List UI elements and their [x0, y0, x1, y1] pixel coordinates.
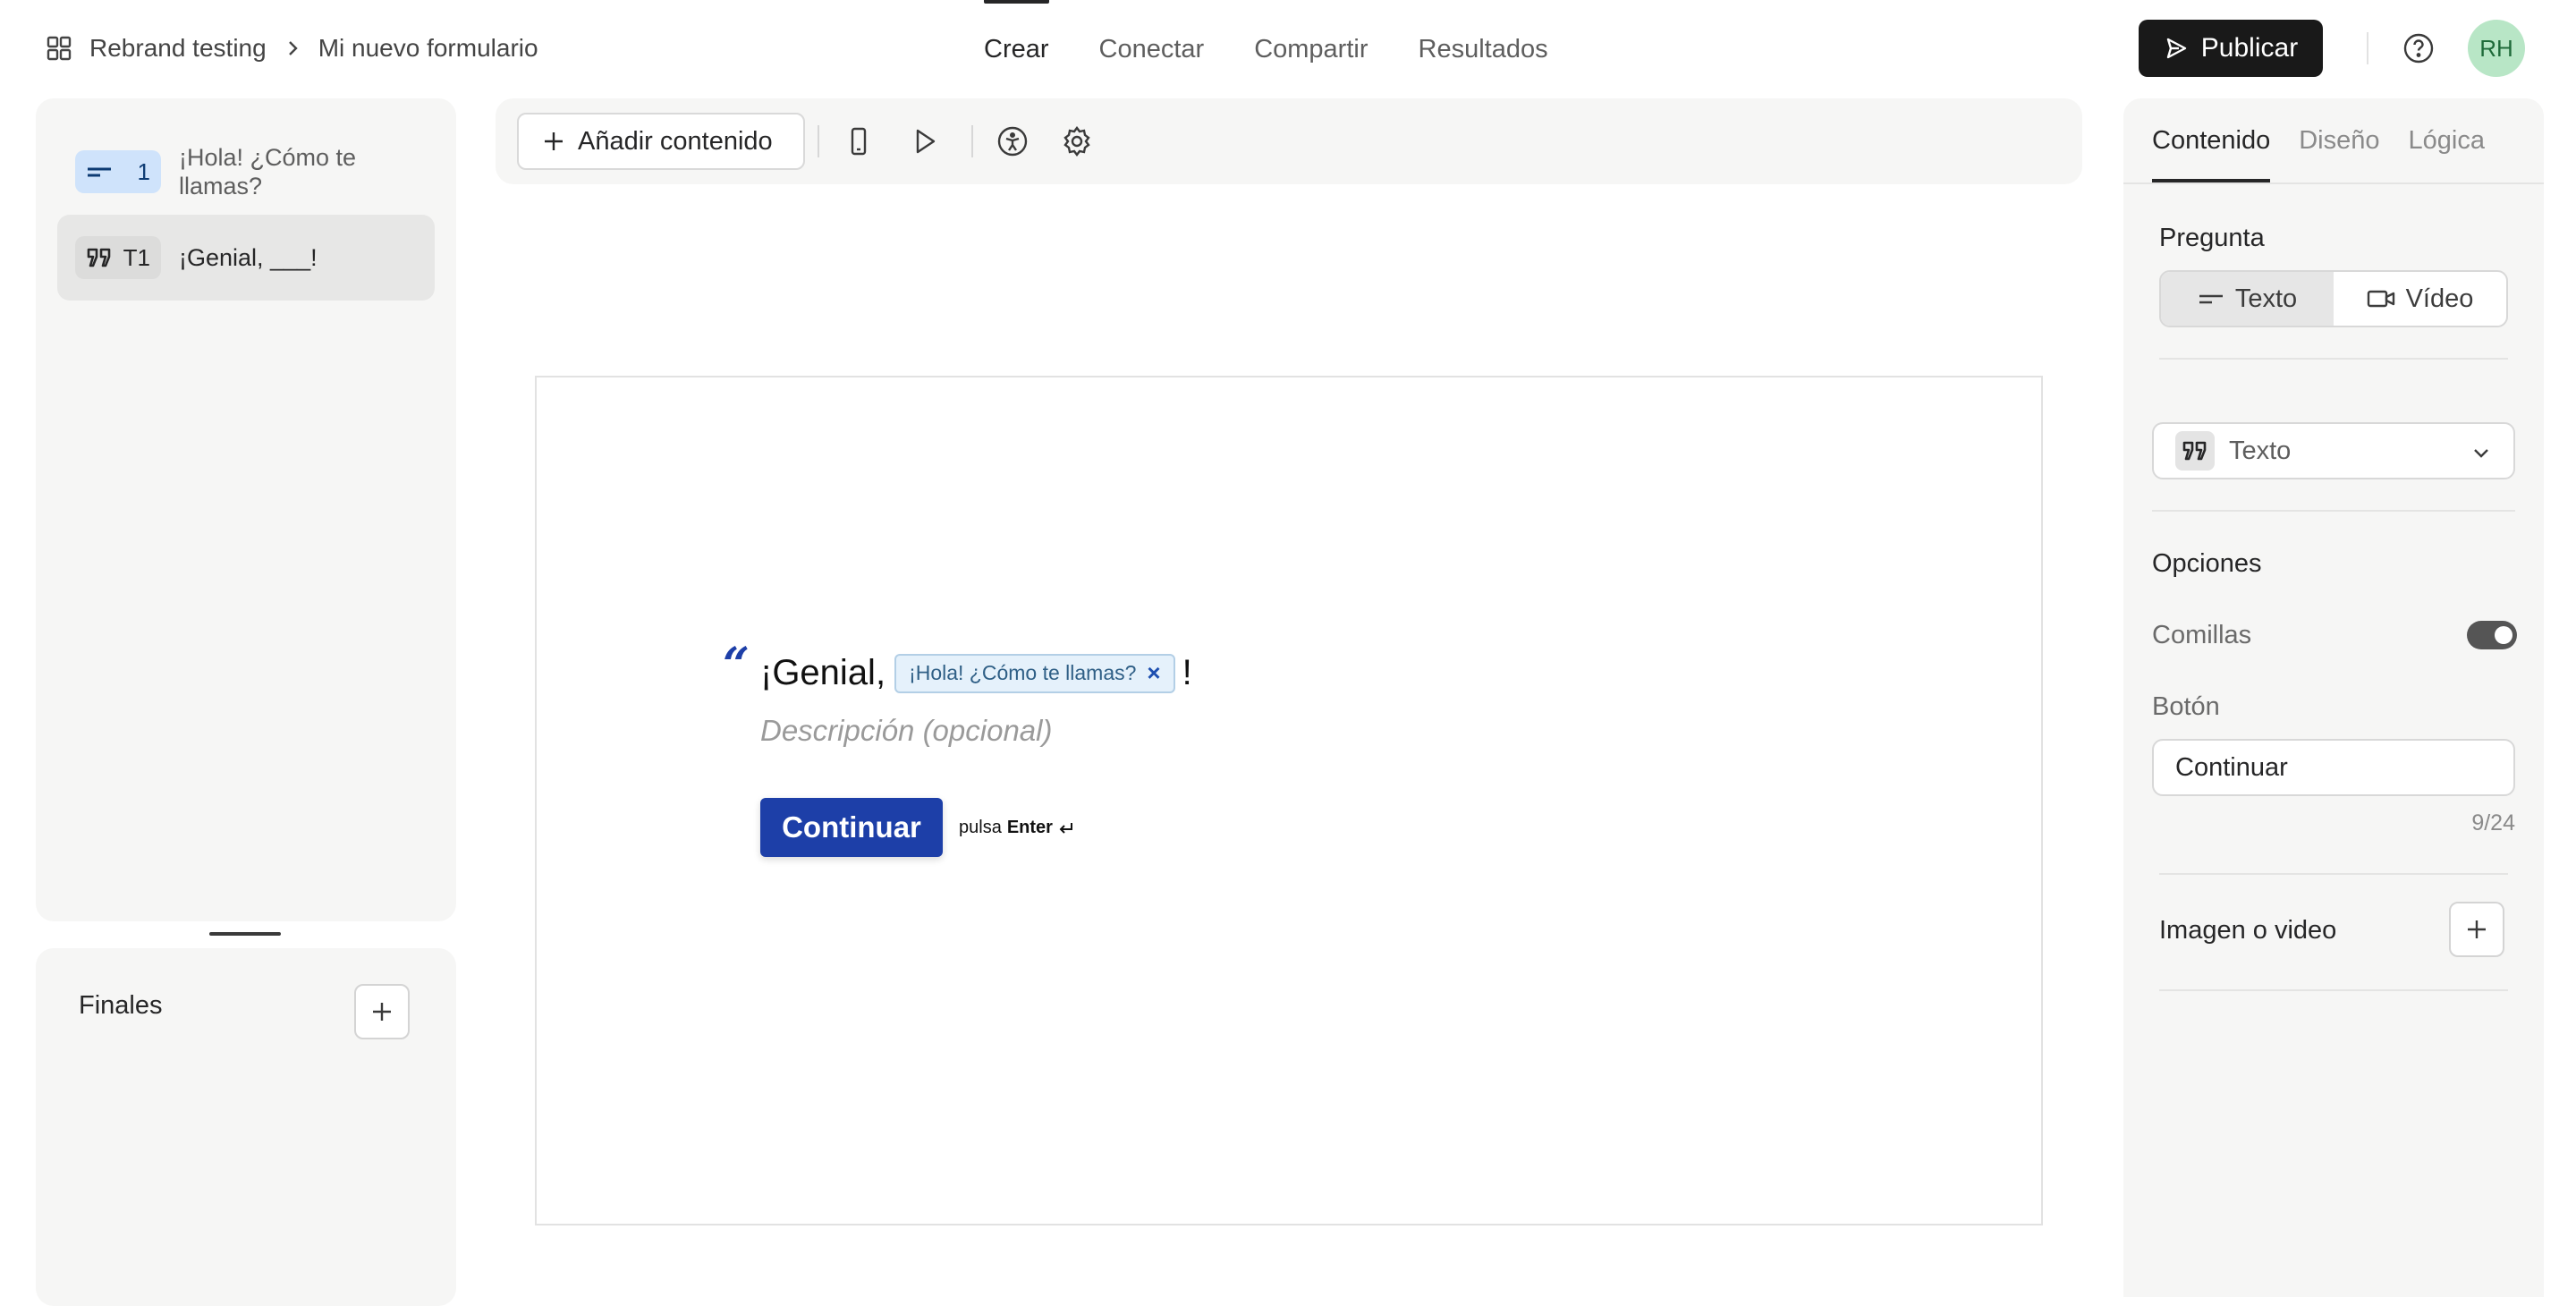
question-list-panel: 1 ¡Hola! ¿Cómo te llamas? T1 ¡Genial, __… [36, 98, 456, 921]
preview-question[interactable]: ¡Genial, ¡Hola! ¿Cómo te llamas? × ! [760, 653, 1192, 693]
quote-icon [2175, 431, 2215, 471]
tab-diseno[interactable]: Diseño [2299, 98, 2379, 182]
tab-crear[interactable]: Crear [984, 0, 1049, 98]
description-input[interactable]: Descripción (opcional) [760, 714, 1052, 748]
question-section-title: Pregunta [2159, 224, 2265, 252]
hint-prefix: pulsa [959, 818, 1002, 837]
tab-contenido[interactable]: Contenido [2152, 98, 2271, 182]
settings-tabs: Contenido Diseño Lógica [2152, 98, 2485, 182]
section-divider [2159, 989, 2508, 991]
breadcrumb: Rebrand testing Mi nuevo formulario [45, 30, 538, 66]
breadcrumb-workspace[interactable]: Rebrand testing [89, 34, 267, 63]
plus-icon [545, 132, 563, 150]
canvas-toolbar: Añadir contenido [496, 98, 2082, 184]
enter-icon [1059, 822, 1072, 834]
endings-panel: Finales [36, 948, 456, 1306]
question-prefix: ¡Genial, [760, 653, 886, 692]
recall-pill-label: ¡Hola! ¿Cómo te llamas? [909, 661, 1137, 684]
accessibility-icon[interactable] [996, 125, 1029, 157]
mobile-preview-icon[interactable] [843, 125, 875, 157]
quotes-toggle[interactable] [2467, 621, 2517, 649]
close-icon[interactable]: × [1147, 659, 1160, 687]
chevron-right-icon [288, 41, 298, 55]
quotes-label: Comillas [2152, 621, 2252, 649]
question-item-1[interactable]: 1 ¡Hola! ¿Cómo te llamas? [57, 129, 435, 215]
options-title: Opciones [2152, 549, 2262, 578]
question-mode-toggle: Texto Vídeo [2159, 270, 2508, 327]
mode-video-label: Vídeo [2405, 284, 2474, 313]
media-title: Imagen o video [2159, 916, 2337, 945]
tab-resultados[interactable]: Resultados [1419, 0, 1548, 98]
question-number: 1 [137, 157, 150, 185]
add-ending-button[interactable] [354, 984, 410, 1039]
endings-title: Finales [79, 991, 163, 1020]
avatar[interactable]: RH [2468, 20, 2525, 77]
add-media-button[interactable] [2449, 902, 2504, 957]
question-label: ¡Genial, ___! [179, 244, 318, 271]
question-number: T1 [123, 243, 150, 271]
hint-key: Enter [1006, 818, 1053, 837]
tab-conectar[interactable]: Conectar [1099, 0, 1205, 98]
workspace-grid-icon[interactable] [45, 34, 73, 63]
breadcrumb-form[interactable]: Mi nuevo formulario [318, 34, 538, 63]
question-type-label: Texto [2229, 436, 2292, 465]
help-icon[interactable] [2401, 30, 2436, 66]
send-icon [2166, 38, 2186, 59]
mode-video-option[interactable]: Vídeo [2334, 272, 2506, 326]
section-divider [2159, 873, 2508, 875]
question-item-t1[interactable]: T1 ¡Genial, ___! [57, 215, 435, 301]
top-bar: Rebrand testing Mi nuevo formulario Crea… [0, 0, 2576, 98]
section-divider [2152, 510, 2515, 512]
question-type-select[interactable]: Texto [2152, 422, 2515, 479]
play-icon[interactable] [909, 125, 941, 157]
short-text-icon [88, 167, 111, 177]
plus-icon [373, 1003, 391, 1021]
main-nav: Crear Conectar Compartir Resultados [984, 0, 1548, 98]
enter-hint: pulsa Enter [959, 818, 1074, 838]
quote-mark-icon: “ [723, 638, 750, 692]
toolbar-divider [971, 125, 973, 157]
form-preview: “ ¡Genial, ¡Hola! ¿Cómo te llamas? × ! D… [535, 376, 2043, 1225]
chevron-down-icon [2474, 449, 2488, 458]
panel-resize-handle[interactable] [209, 932, 281, 936]
short-text-icon [2199, 294, 2223, 304]
mode-text-option[interactable]: Texto [2161, 272, 2334, 326]
tab-compartir[interactable]: Compartir [1254, 0, 1368, 98]
question-badge: T1 [75, 236, 161, 279]
publish-button[interactable]: Publicar [2139, 20, 2323, 77]
tab-logica[interactable]: Lógica [2409, 98, 2485, 182]
publish-label: Publicar [2200, 33, 2299, 63]
add-content-label: Añadir contenido [578, 126, 773, 156]
question-label: ¡Hola! ¿Cómo te llamas? [179, 144, 357, 199]
plus-icon [2468, 920, 2486, 938]
button-title: Botón [2152, 692, 2220, 721]
question-suffix: ! [1182, 653, 1192, 692]
button-text-input[interactable]: Continuar [2152, 739, 2515, 796]
character-counter: 9/24 [2471, 810, 2515, 835]
continue-button[interactable]: Continuar [760, 798, 943, 857]
section-divider [2159, 358, 2508, 360]
tabs-divider [2123, 182, 2544, 184]
header-divider [2367, 32, 2368, 64]
question-badge: 1 [75, 150, 161, 193]
video-icon [2367, 290, 2394, 308]
quote-icon [87, 248, 111, 267]
toolbar-divider [818, 125, 819, 157]
settings-panel: Contenido Diseño Lógica Pregunta Texto V… [2123, 98, 2544, 1297]
add-content-button[interactable]: Añadir contenido [517, 113, 805, 170]
mode-text-label: Texto [2234, 284, 2298, 313]
recall-pill[interactable]: ¡Hola! ¿Cómo te llamas? × [894, 653, 1175, 693]
gear-icon[interactable] [1061, 125, 1093, 157]
